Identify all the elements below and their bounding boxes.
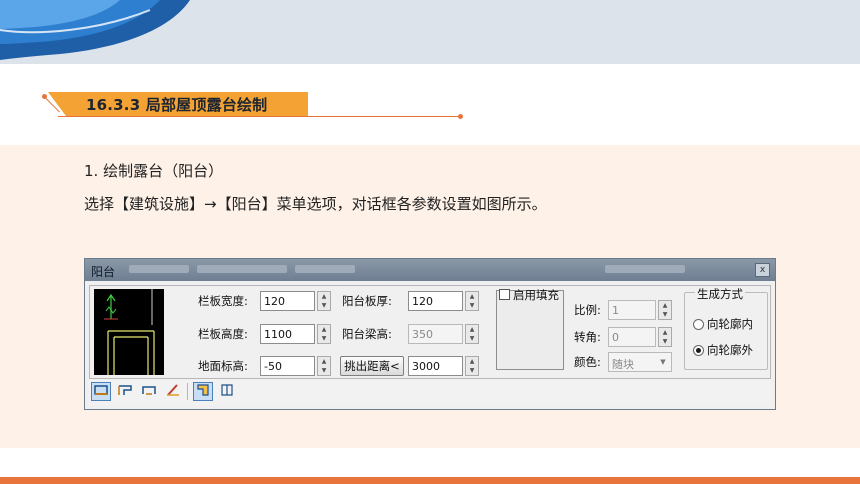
ground-elevation-label: 地面标高: <box>198 359 248 373</box>
balcony-dialog: 阳台 x 栏板宽度: 120 ▲ ▼ 栏板高度: 1100 ▲ ▼ 地面标高: … <box>84 258 776 410</box>
ground-elevation-spinner[interactable]: ▲ ▼ <box>317 356 331 376</box>
toolbar-separator <box>187 383 188 400</box>
straight-balcony-tool-icon[interactable] <box>91 382 111 401</box>
chevron-down-icon: ▼ <box>660 358 666 366</box>
rail-height-input[interactable]: 1100 <box>260 324 315 344</box>
draw-outline-tool-icon[interactable] <box>163 382 183 401</box>
section-title: 16.3.3 局部屋顶露台绘制 <box>86 96 268 114</box>
heading-dot-right <box>458 114 463 119</box>
rail-width-input[interactable]: 120 <box>260 291 315 311</box>
mode-toolbar <box>89 379 771 405</box>
scale-input[interactable]: 1 <box>608 300 656 320</box>
slab-thickness-spinner[interactable]: ▲ ▼ <box>465 291 479 311</box>
outward-label: 向轮廓外 <box>707 343 753 357</box>
instruction-text: 选择【建筑设施】→【阳台】菜单选项，对话框各参数设置如图所示。 <box>84 195 547 213</box>
inward-label: 向轮廓内 <box>707 317 753 331</box>
slide: 16.3.3 局部屋顶露台绘制 1. 绘制露台（阳台） 选择【建筑设施】→【阳台… <box>0 0 860 484</box>
angle-input[interactable]: 0 <box>608 327 656 347</box>
dialog-title: 阳台 <box>91 265 116 279</box>
dialog-titlebar: 阳台 x <box>85 259 775 281</box>
slab-thickness-label: 阳台板厚: <box>342 294 392 308</box>
angle-spinner[interactable]: ▲ ▼ <box>658 327 672 347</box>
color-select[interactable]: 随块 ▼ <box>608 352 672 372</box>
section-heading: 16.3.3 局部屋顶露台绘制 <box>40 84 470 124</box>
rail-height-label: 栏板高度: <box>198 327 248 341</box>
decorative-wave <box>0 0 190 60</box>
outward-radio[interactable] <box>693 345 704 356</box>
scale-label: 比例: <box>574 303 601 317</box>
three-side-balcony-tool-icon[interactable] <box>139 382 159 401</box>
angle-label: 转角: <box>574 330 601 344</box>
generation-mode-group: 生成方式 向轮廓内 向轮廓外 <box>684 286 768 370</box>
beam-height-input[interactable]: 350 <box>408 324 463 344</box>
balcony-preview <box>94 289 164 375</box>
header-band <box>0 0 860 64</box>
rail-width-label: 栏板宽度: <box>198 294 248 308</box>
slab-thickness-input[interactable]: 120 <box>408 291 463 311</box>
corner-balcony-tool-icon[interactable] <box>115 382 135 401</box>
scale-spinner[interactable]: ▲ ▼ <box>658 300 672 320</box>
dialog-body: 栏板宽度: 120 ▲ ▼ 栏板高度: 1100 ▲ ▼ 地面标高: -50 ▲ ▼ … <box>89 285 771 379</box>
select-wall-tool-icon[interactable] <box>193 382 213 401</box>
rail-width-spinner[interactable]: ▲ ▼ <box>317 291 331 311</box>
footer-bar <box>0 477 860 484</box>
overhang-distance-button[interactable]: 挑出距离< <box>340 356 404 376</box>
pick-outline-tool-icon[interactable] <box>217 382 237 401</box>
enable-fill-label: 启用填充 <box>513 288 559 302</box>
heading-underline <box>58 116 460 117</box>
overhang-distance-spinner[interactable]: ▲ ▼ <box>465 356 479 376</box>
beam-height-spinner[interactable]: ▲ ▼ <box>465 324 479 344</box>
ground-elevation-input[interactable]: -50 <box>260 356 315 376</box>
close-button[interactable]: x <box>755 263 770 277</box>
step-heading: 1. 绘制露台（阳台） <box>84 162 224 180</box>
rail-height-spinner[interactable]: ▲ ▼ <box>317 324 331 344</box>
enable-fill-checkbox[interactable] <box>499 289 510 300</box>
color-label: 颜色: <box>574 355 601 369</box>
inward-radio[interactable] <box>693 319 704 330</box>
beam-height-label: 阳台梁高: <box>342 327 392 341</box>
generation-mode-label: 生成方式 <box>695 286 745 302</box>
overhang-distance-input[interactable]: 3000 <box>408 356 463 376</box>
color-select-value: 随块 <box>612 358 634 371</box>
